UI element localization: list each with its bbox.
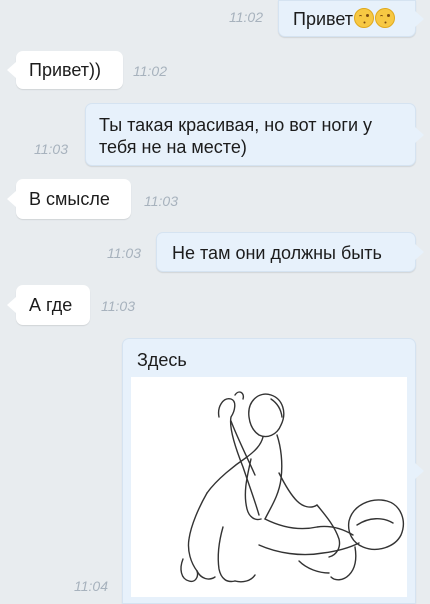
message-text: А где xyxy=(29,295,73,315)
wink-face-emoji xyxy=(375,8,396,28)
message-time: 11:02 xyxy=(133,63,167,79)
chat-screen: { "messages": [ { "text": "Привет", "tim… xyxy=(0,0,430,604)
message-time: 11:03 xyxy=(101,298,135,314)
incoming-message[interactable]: В смысле xyxy=(7,179,131,219)
message-text: Привет)) xyxy=(29,60,102,80)
outgoing-message-with-image[interactable]: Здесь xyxy=(122,338,424,604)
message-text-line: тебя не на месте) xyxy=(99,137,247,157)
outgoing-message[interactable]: Ты такая красивая, но вот ноги у тебя не… xyxy=(85,103,424,166)
message-text: Привет xyxy=(293,9,354,29)
message-time: 11:02 xyxy=(229,9,263,25)
incoming-message[interactable]: Привет)) xyxy=(7,51,123,89)
outgoing-message[interactable]: Не там они должны быть xyxy=(156,232,424,272)
message-time: 11:03 xyxy=(107,245,141,261)
line-drawing-image[interactable] xyxy=(131,377,407,597)
message-time: 11:04 xyxy=(74,578,108,594)
wink-face-emoji xyxy=(354,8,375,28)
message-text: В смысле xyxy=(29,189,110,209)
incoming-message[interactable]: А где xyxy=(7,285,90,325)
outgoing-message[interactable]: Привет xyxy=(278,0,424,37)
sketch-illustration xyxy=(180,391,405,583)
message-time: 11:03 xyxy=(34,141,68,157)
message-text: Не там они должны быть xyxy=(172,243,382,263)
message-text: Здесь xyxy=(137,350,187,370)
message-text-line: Ты такая красивая, но вот ноги у xyxy=(99,115,373,135)
message-time: 11:03 xyxy=(144,193,178,209)
